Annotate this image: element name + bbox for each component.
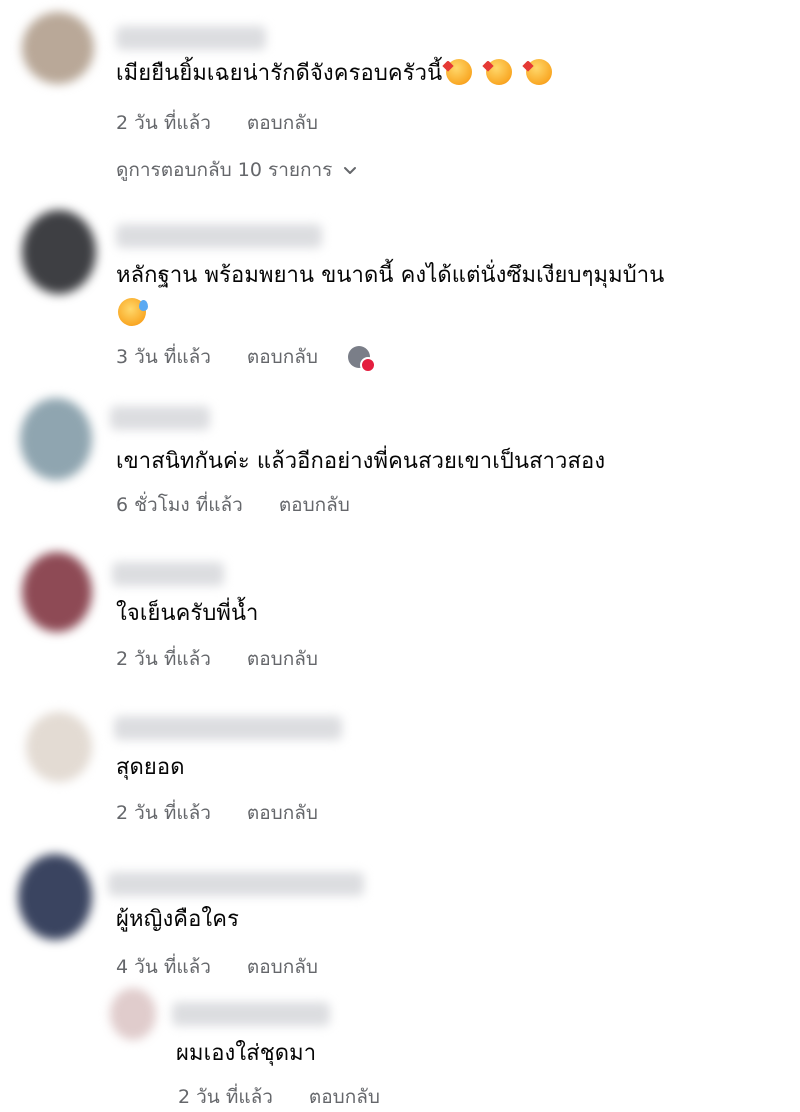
comment-meta: 6 ชั่วโมง ที่แล้ว ตอบกลับ [116,490,350,520]
comment-text: เมียยืนยิ้มเฉยน่ารักดีจังครอบครัวนี้ [116,56,553,92]
chevron-down-icon [344,167,357,174]
avatar[interactable] [22,552,92,632]
reply-button[interactable]: ตอบกลับ [309,1082,380,1112]
timestamp[interactable]: 6 ชั่วโมง ที่แล้ว [116,490,243,520]
reply-button[interactable]: ตอบกลับ [247,798,318,828]
commenter-name-redacted[interactable] [116,224,322,248]
avatar[interactable] [110,988,156,1040]
timestamp[interactable]: 3 วัน ที่แล้ว [116,342,211,372]
timestamp[interactable]: 2 วัน ที่แล้ว [116,798,211,828]
avatar[interactable] [20,398,92,480]
view-replies-button[interactable]: ดูการตอบกลับ 10 รายการ [116,155,358,185]
timestamp[interactable]: 4 วัน ที่แล้ว [116,952,211,982]
avatar[interactable] [22,12,94,84]
comment-text: ใจเย็นครับพี่น้ำ [116,601,259,626]
reply-button[interactable]: ตอบกลับ [247,342,318,372]
comment-text: สุดยอด [116,755,185,780]
view-replies-label: ดูการตอบกลับ 10 รายการ [116,159,333,181]
smiling-face-with-hearts-icon [522,59,553,85]
avatar[interactable] [22,210,96,294]
reply-button[interactable]: ตอบกลับ [247,108,318,138]
avatar[interactable] [26,712,92,782]
commenter-name-redacted[interactable] [172,1002,330,1026]
smiling-face-with-sweat-icon [118,298,148,326]
commenter-name-redacted[interactable] [108,872,364,896]
timestamp[interactable]: 2 วัน ที่แล้ว [116,644,211,674]
comment-meta: 4 วัน ที่แล้ว ตอบกลับ [116,952,318,982]
comment-meta: 2 วัน ที่แล้ว ตอบกลับ [116,108,318,138]
reply-author-avatar[interactable] [347,346,376,373]
comment-meta: 3 วัน ที่แล้ว ตอบกลับ [116,342,376,373]
commenter-name-redacted[interactable] [114,716,342,740]
comment-meta: 2 วัน ที่แล้ว ตอบกลับ [116,798,318,828]
commenter-name-redacted[interactable] [116,26,266,50]
reply-button[interactable]: ตอบกลับ [279,490,350,520]
smiling-face-with-hearts-icon [442,59,473,85]
comment-text: ผมเองใส่ชุดมา [176,1041,317,1066]
avatar[interactable] [18,854,92,940]
comment-text: เขาสนิทกันค่ะ แล้วอีกอย่างพี่คนสวยเขาเป็… [116,449,606,474]
timestamp[interactable]: 2 วัน ที่แล้ว [116,108,211,138]
reply-button[interactable]: ตอบกลับ [247,952,318,982]
comment-meta: 2 วัน ที่แล้ว ตอบกลับ [116,644,318,674]
timestamp[interactable]: 2 วัน ที่แล้ว [178,1082,273,1112]
reply-button[interactable]: ตอบกลับ [247,644,318,674]
comment-meta: 2 วัน ที่แล้ว ตอบกลับ [178,1082,380,1112]
commenter-name-redacted[interactable] [112,562,224,586]
commenter-name-redacted[interactable] [110,406,210,430]
notification-badge [359,357,376,373]
smiling-face-with-hearts-icon [482,59,513,85]
comment-text: หลักฐาน พร้อมพยาน ขนาดนี้ คงได้แต่นั่งซึ… [116,263,665,288]
comment-text: ผู้หญิงคือใคร [116,907,239,932]
